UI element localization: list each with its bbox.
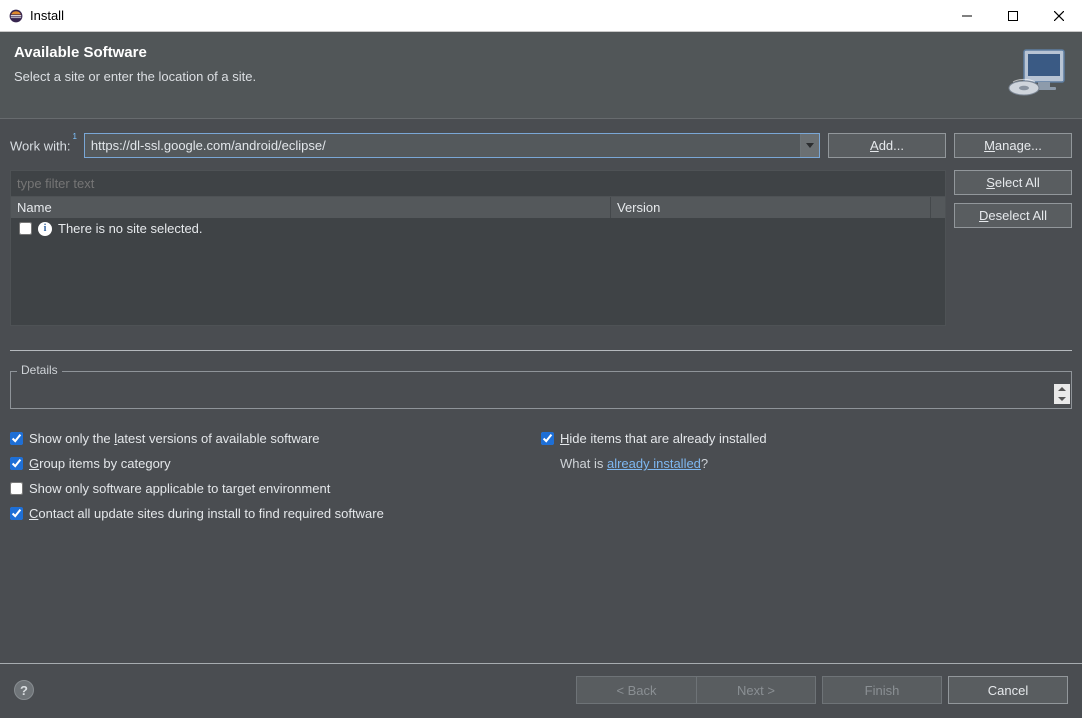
group-category-checkbox[interactable] (10, 457, 23, 470)
option-target-env[interactable]: Show only software applicable to target … (10, 481, 541, 496)
install-wizard-icon (1008, 44, 1068, 104)
details-scroll-handle[interactable] (1054, 384, 1070, 404)
window-title: Install (30, 8, 944, 23)
banner-subheading: Select a site or enter the location of a… (14, 69, 256, 84)
select-buttons: Select All Deselect All (954, 170, 1072, 326)
close-button[interactable] (1036, 0, 1082, 31)
eclipse-app-icon (8, 8, 24, 24)
work-with-input[interactable] (85, 134, 801, 157)
option-contact-all[interactable]: Contact all update sites during install … (10, 506, 1072, 521)
details-legend: Details (17, 363, 62, 377)
deselect-all-button[interactable]: Deselect All (954, 203, 1072, 228)
tree-row-checkbox[interactable] (19, 222, 32, 235)
tree-row[interactable]: i There is no site selected. (11, 218, 945, 239)
option-hide-installed[interactable]: Hide items that are already installed (541, 431, 1072, 446)
tree-header: Name Version (11, 197, 945, 218)
option-group-category[interactable]: Group items by category (10, 456, 541, 471)
already-installed-link[interactable]: already installed (607, 456, 701, 471)
filter-input[interactable] (11, 171, 945, 197)
option-show-latest[interactable]: Show only the latest versions of availab… (10, 431, 541, 446)
separator (10, 350, 1072, 351)
work-with-label: Work with:1 (10, 138, 75, 153)
banner: Available Software Select a site or ente… (0, 32, 1082, 119)
content-area: Work with:1 Add... Manage... Name Versio… (0, 119, 1082, 663)
select-all-button[interactable]: Select All (954, 170, 1072, 195)
column-version[interactable]: Version (611, 197, 931, 218)
tree-body[interactable]: i There is no site selected. (11, 218, 945, 325)
group-category-label: Group items by category (29, 456, 171, 471)
software-area: Name Version i There is no site selected… (10, 170, 1072, 326)
work-with-combo[interactable] (84, 133, 820, 158)
contact-all-label: Contact all update sites during install … (29, 506, 384, 521)
titlebar: Install (0, 0, 1082, 32)
add-button[interactable]: Add... (828, 133, 946, 158)
target-env-label: Show only software applicable to target … (29, 481, 330, 496)
already-installed-text: What is already installed? (541, 456, 1072, 471)
options-grid: Show only the latest versions of availab… (10, 431, 1072, 521)
column-name[interactable]: Name (11, 197, 611, 218)
finish-button[interactable]: Finish (822, 676, 942, 704)
show-latest-label: Show only the latest versions of availab… (29, 431, 320, 446)
footer: ? < Back Next > Finish Cancel (0, 663, 1082, 718)
hide-installed-label: Hide items that are already installed (560, 431, 767, 446)
software-tree-wrap: Name Version i There is no site selected… (10, 170, 946, 326)
show-latest-checkbox[interactable] (10, 432, 23, 445)
work-with-dropdown-button[interactable] (801, 134, 819, 157)
target-env-checkbox[interactable] (10, 482, 23, 495)
maximize-button[interactable] (990, 0, 1036, 31)
manage-button[interactable]: Manage... (954, 133, 1072, 158)
work-with-row: Work with:1 Add... Manage... (10, 133, 1072, 158)
window-controls (944, 0, 1082, 31)
help-icon[interactable]: ? (14, 680, 34, 700)
next-button[interactable]: Next > (696, 676, 816, 704)
cancel-button[interactable]: Cancel (948, 676, 1068, 704)
details-group: Details (10, 371, 1072, 409)
tree-row-text: There is no site selected. (58, 221, 203, 236)
minimize-button[interactable] (944, 0, 990, 31)
back-button[interactable]: < Back (576, 676, 696, 704)
hide-installed-checkbox[interactable] (541, 432, 554, 445)
info-icon: i (38, 222, 52, 236)
contact-all-checkbox[interactable] (10, 507, 23, 520)
banner-heading: Available Software (14, 44, 256, 61)
